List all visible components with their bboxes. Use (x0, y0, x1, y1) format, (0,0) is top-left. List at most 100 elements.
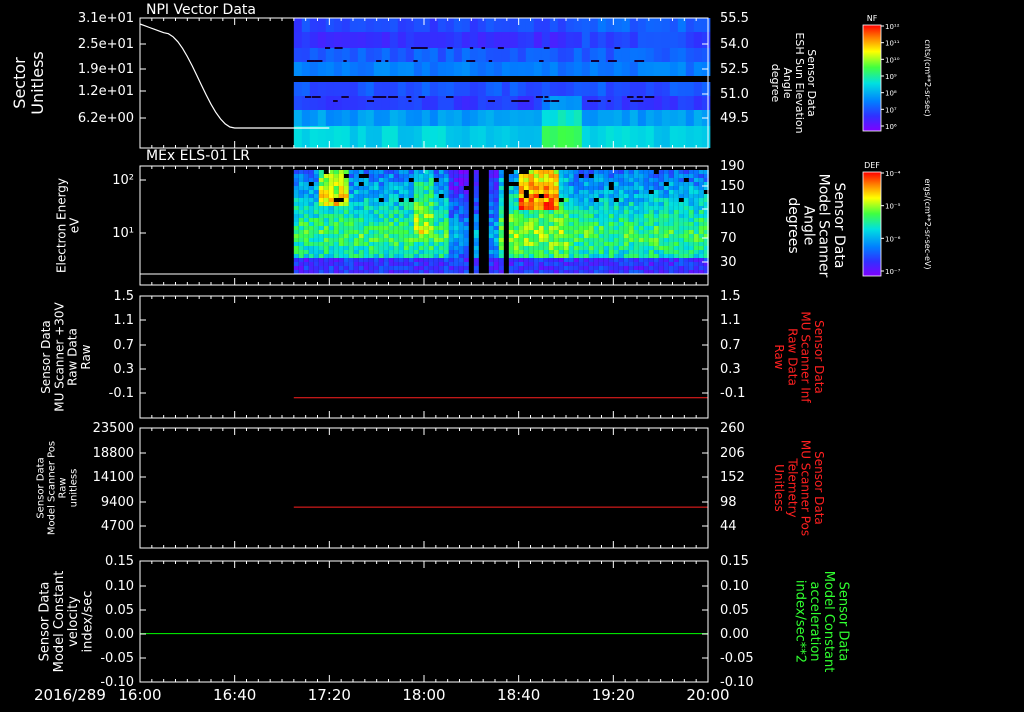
els-heat-cell (348, 266, 354, 270)
els-heat-cell (433, 242, 439, 246)
els-heat-cell (578, 242, 584, 246)
els-heat-cell (433, 182, 439, 186)
els-heat-cell (293, 218, 299, 222)
els-heat-cell (433, 266, 439, 270)
els-heat-cell (523, 174, 529, 178)
els-heat-cell (413, 170, 419, 174)
npi-heat-cell (365, 76, 374, 82)
els-heat-cell (518, 174, 524, 178)
right-tick-label: 30 (720, 255, 737, 270)
npi-heat-cell (565, 110, 575, 126)
left-tick-label: 0.00 (105, 627, 134, 642)
els-heat-cell (373, 202, 379, 206)
els-heat-cell (328, 178, 334, 182)
els-heat-cell (553, 270, 559, 274)
els-heat-cell (488, 226, 494, 230)
els-heat-cell (443, 190, 449, 194)
els-heat-cell (493, 222, 499, 226)
els-heat-cell (608, 218, 614, 222)
els-heat-cell (388, 186, 394, 190)
els-heat-cell (408, 250, 414, 254)
els-heat-cell (323, 186, 329, 190)
els-heat-cell (618, 174, 624, 178)
npi-heat-cell (437, 32, 447, 48)
els-heat-cell (308, 214, 314, 218)
els-heat-cell (688, 174, 694, 178)
els-heat-cell (313, 194, 319, 198)
els-heat-cell (493, 242, 499, 246)
npi-heat-speck (341, 96, 349, 98)
els-heat-cell (548, 246, 554, 250)
els-heat-cell (433, 250, 439, 254)
els-heat-cell (413, 186, 419, 190)
els-heat-cell (568, 222, 574, 226)
els-heat-cell (343, 262, 349, 266)
els-heat-cell (688, 226, 694, 230)
els-heat-cell (453, 182, 459, 186)
els-heat-cell (428, 250, 434, 254)
els-heat-cell (678, 270, 684, 274)
els-heat-cell (583, 262, 589, 266)
els-heat-cell (553, 254, 559, 258)
els-heat-cell (418, 246, 424, 250)
npi-heat-cell (365, 48, 375, 62)
els-heat-cell (328, 238, 334, 242)
els-heat-cell (323, 214, 329, 218)
els-heat-cell (613, 266, 619, 270)
els-heat-cell (678, 214, 684, 218)
right-axis-label: MU Scanner Inf (799, 311, 813, 403)
npi-heat-cell (373, 62, 383, 76)
els-heat-cell (613, 234, 619, 238)
els-heat-cell (668, 210, 674, 214)
els-heat-cell (428, 186, 434, 190)
npi-heat-cell (445, 18, 455, 32)
npi-heat-cell (645, 96, 655, 110)
els-heat-cell (323, 174, 329, 178)
npi-heat-cell (685, 96, 695, 110)
els-heat-cell (648, 206, 654, 210)
npi-heat-cell (629, 32, 639, 48)
els-heat-cell (513, 250, 519, 254)
els-heat-cell (298, 270, 304, 274)
els-heat-cell (438, 202, 444, 206)
els-heat-cell (498, 198, 504, 202)
els-heat-cell (658, 194, 664, 198)
npi-heat-cell (309, 96, 319, 110)
els-heat-cell (608, 266, 614, 270)
els-heat-cell (368, 210, 374, 214)
els-heat-cell (698, 230, 704, 234)
npi-heat-cell (437, 62, 447, 76)
els-heat-cell (338, 234, 344, 238)
els-heat-cell (448, 270, 454, 274)
els-heat-cell (653, 234, 659, 238)
els-heat-cell (598, 262, 604, 266)
els-heat-cell (418, 210, 424, 214)
els-heat-cell (323, 246, 329, 250)
els-heat-cell (378, 202, 384, 206)
els-heat-cell (293, 202, 299, 206)
els-heat-cell (693, 230, 699, 234)
els-heat-cell (348, 206, 354, 210)
els-heat-cell (363, 270, 369, 274)
els-heat-cell (523, 222, 529, 226)
npi-heat-cell (365, 110, 375, 126)
els-heat-cell (358, 262, 364, 266)
els-heat-cell (598, 210, 604, 214)
els-heat-cell (413, 254, 419, 258)
els-heat-cell (543, 218, 549, 222)
els-heat-cell (628, 170, 634, 174)
els-heat-cell (318, 170, 324, 174)
els-heat-cell (623, 238, 629, 242)
els-heat-cell (383, 198, 389, 202)
els-heat-cell (698, 226, 704, 230)
els-heat-cell (303, 186, 309, 190)
els-heat-cell (328, 174, 334, 178)
els-heat-cell (463, 270, 469, 274)
els-heat-cell (473, 254, 479, 258)
els-heat-cell (688, 222, 694, 226)
els-heat-cell (698, 270, 704, 274)
els-heat-cell (298, 230, 304, 234)
els-heat-cell (618, 250, 624, 254)
els-heat-cell (298, 174, 304, 178)
els-heat-cell (593, 170, 599, 174)
